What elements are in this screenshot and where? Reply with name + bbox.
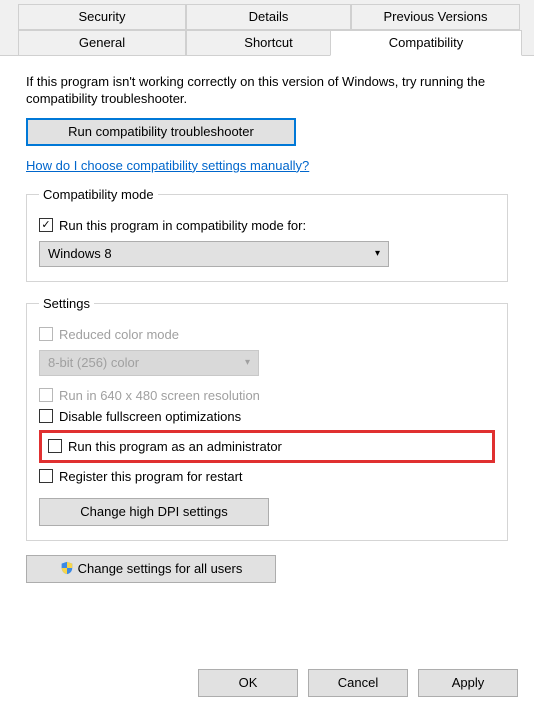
- tab-content-compatibility: If this program isn't working correctly …: [0, 56, 534, 711]
- tab-details[interactable]: Details: [186, 4, 351, 30]
- tab-strip: Security Details Previous Versions Gener…: [0, 0, 534, 56]
- chevron-down-icon: ▾: [375, 248, 380, 259]
- change-all-users-button[interactable]: Change settings for all users: [26, 555, 276, 583]
- compatibility-mode-group: Compatibility mode ✓ Run this program in…: [26, 187, 508, 282]
- admin-highlight: Run this program as an administrator: [39, 430, 495, 463]
- register-restart-label: Register this program for restart: [59, 469, 243, 484]
- help-link[interactable]: How do I choose compatibility settings m…: [26, 158, 309, 173]
- compat-os-select[interactable]: Windows 8 ▾: [39, 241, 389, 267]
- disable-fullscreen-label: Disable fullscreen optimizations: [59, 409, 241, 424]
- tab-compatibility[interactable]: Compatibility: [330, 30, 522, 56]
- register-restart-checkbox[interactable]: [39, 469, 53, 483]
- compat-mode-checkbox[interactable]: ✓: [39, 218, 53, 232]
- compatibility-mode-legend: Compatibility mode: [39, 187, 158, 202]
- settings-legend: Settings: [39, 296, 94, 311]
- run-troubleshooter-button[interactable]: Run compatibility troubleshooter: [26, 118, 296, 146]
- intro-text: If this program isn't working correctly …: [26, 74, 508, 108]
- reduced-color-label: Reduced color mode: [59, 327, 179, 342]
- tab-shortcut[interactable]: Shortcut: [186, 30, 351, 56]
- run-640-checkbox: [39, 388, 53, 402]
- high-dpi-button[interactable]: Change high DPI settings: [39, 498, 269, 526]
- apply-button[interactable]: Apply: [418, 669, 518, 697]
- run-640-label: Run in 640 x 480 screen resolution: [59, 388, 260, 403]
- shield-icon: [60, 561, 74, 575]
- run-as-admin-label: Run this program as an administrator: [68, 439, 282, 454]
- settings-group: Settings Reduced color mode 8-bit (256) …: [26, 296, 508, 541]
- disable-fullscreen-checkbox[interactable]: [39, 409, 53, 423]
- ok-button[interactable]: OK: [198, 669, 298, 697]
- run-as-admin-checkbox[interactable]: [48, 439, 62, 453]
- dialog-buttons: OK Cancel Apply: [198, 669, 518, 697]
- reduced-color-checkbox: [39, 327, 53, 341]
- tab-general[interactable]: General: [18, 30, 186, 56]
- compat-mode-label: Run this program in compatibility mode f…: [59, 218, 306, 233]
- color-depth-selected: 8-bit (256) color: [48, 355, 139, 370]
- tab-previous-versions[interactable]: Previous Versions: [351, 4, 520, 30]
- compat-os-selected: Windows 8: [48, 246, 112, 261]
- color-depth-select: 8-bit (256) color ▾: [39, 350, 259, 376]
- change-all-users-label: Change settings for all users: [78, 561, 243, 576]
- cancel-button[interactable]: Cancel: [308, 669, 408, 697]
- chevron-down-icon: ▾: [245, 357, 250, 368]
- properties-dialog: Security Details Previous Versions Gener…: [0, 0, 534, 711]
- tab-security[interactable]: Security: [18, 4, 186, 30]
